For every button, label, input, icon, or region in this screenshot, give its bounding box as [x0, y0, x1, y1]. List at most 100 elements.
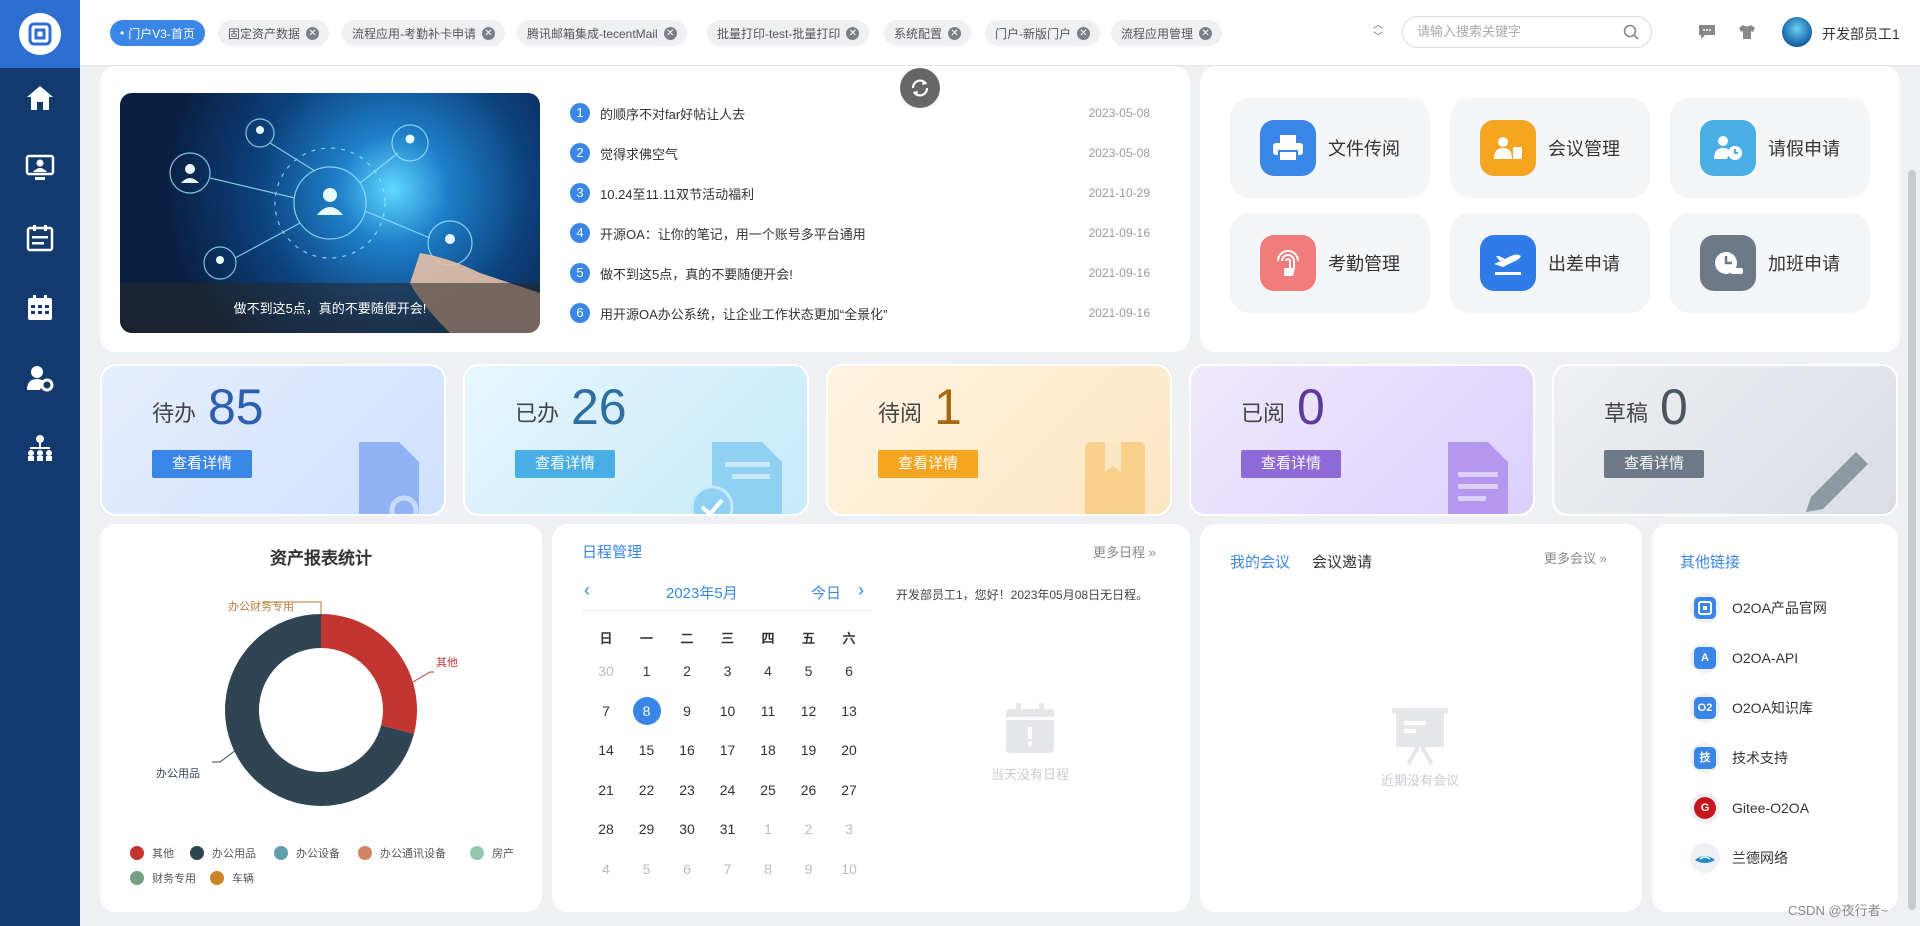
more-schedule-link[interactable]: 更多日程 »	[1093, 542, 1156, 561]
link-lande-network[interactable]: 兰德网络	[1690, 843, 1788, 873]
news-title[interactable]: 做不到这5点，真的不要随便开会!	[600, 264, 1070, 283]
legend-item[interactable]: 车辆	[210, 870, 254, 886]
calendar-day[interactable]: 7	[586, 697, 626, 725]
tab-meeting-invites[interactable]: 会议邀请	[1312, 551, 1372, 572]
calendar-day[interactable]: 6	[667, 855, 707, 883]
news-item[interactable]: 5 做不到这5点，真的不要随便开会! 2021-09-16	[570, 263, 1150, 283]
link-gitee-o2oa[interactable]: G Gitee-O2OA	[1690, 793, 1809, 823]
search-input[interactable]	[1417, 24, 1617, 39]
calendar-day[interactable]: 24	[708, 776, 748, 804]
calendar-day[interactable]: 30	[586, 657, 626, 685]
monitor-user-icon[interactable]	[0, 144, 80, 192]
today-button[interactable]: 今日	[811, 582, 841, 603]
tab-close-icon[interactable]: ✕	[846, 26, 860, 40]
calendar-day[interactable]: 15	[627, 736, 667, 764]
calendar-day[interactable]: 23	[667, 776, 707, 804]
news-item[interactable]: 2 觉得求佛空气 2023-05-08	[570, 143, 1150, 163]
calendar-day[interactable]: 18	[748, 736, 788, 764]
scrollbar-thumb[interactable]	[1908, 170, 1916, 910]
calendar-day[interactable]: 10	[708, 697, 748, 725]
quick-app-leave-request[interactable]: 请假申请	[1670, 98, 1870, 198]
legend-item[interactable]: 财务专用	[130, 870, 196, 886]
tab-new-portal[interactable]: 门户-新版门户 ✕	[985, 20, 1100, 46]
view-details-button[interactable]: 查看详情	[1241, 450, 1341, 478]
stat-card-drafts[interactable]: 草稿 0 查看详情	[1552, 364, 1898, 516]
tab-close-icon[interactable]: ✕	[306, 26, 320, 40]
calendar-day[interactable]: 28	[586, 815, 626, 843]
calendar-day[interactable]: 27	[829, 776, 869, 804]
news-title[interactable]: 觉得求佛空气	[600, 144, 1070, 163]
tab-close-icon[interactable]: ✕	[663, 26, 677, 40]
news-title[interactable]: 开源OA：让你的笔记，用一个账号多平台通用	[600, 224, 1070, 243]
tab-close-icon[interactable]: ✕	[948, 26, 962, 40]
calendar-day[interactable]: 4	[586, 855, 626, 883]
quick-app-meeting-management[interactable]: 会议管理	[1450, 98, 1650, 198]
view-details-button[interactable]: 查看详情	[152, 450, 252, 478]
user-settings-icon[interactable]	[0, 354, 80, 402]
calendar-day[interactable]: 9	[789, 855, 829, 883]
calendar-day[interactable]: 19	[789, 736, 829, 764]
calendar-day[interactable]: 20	[829, 736, 869, 764]
legend-item[interactable]: 办公通讯设备	[358, 845, 446, 861]
legend-item[interactable]: 办公用品	[190, 845, 256, 861]
tab-scroll-arrows-icon[interactable]: ︿ ﹀	[1370, 20, 1386, 46]
legend-item[interactable]: 房产	[470, 845, 514, 861]
calendar-day[interactable]: 14	[586, 736, 626, 764]
next-month-icon[interactable]: ›	[858, 580, 864, 601]
calendar-day[interactable]: 17	[708, 736, 748, 764]
news-title[interactable]: 10.24至11.11双节活动福利	[600, 184, 1070, 203]
tab-close-icon[interactable]: ✕	[1199, 26, 1213, 40]
calendar-day[interactable]: 2	[667, 657, 707, 685]
news-banner[interactable]: 做不到这5点，真的不要随便开会!	[120, 93, 540, 333]
quick-app-business-trip[interactable]: 出差申请	[1450, 213, 1650, 313]
calendar-day[interactable]: 5	[789, 657, 829, 685]
calendar-day[interactable]: 9	[667, 697, 707, 725]
tab-system-config[interactable]: 系统配置 ✕	[884, 20, 972, 46]
legend-item[interactable]: 其他	[130, 845, 174, 861]
calendar-day[interactable]: 2	[789, 815, 829, 843]
tab-attendance-request[interactable]: 流程应用-考勤补卡申请 ✕	[342, 20, 505, 46]
calendar-day[interactable]: 26	[789, 776, 829, 804]
calendar-day[interactable]: 1	[748, 815, 788, 843]
tab-my-meetings[interactable]: 我的会议	[1230, 551, 1290, 572]
calendar-day[interactable]: 3	[708, 657, 748, 685]
tab-tencent-mail[interactable]: 腾讯邮箱集成-tecentMail ✕	[517, 20, 687, 46]
news-item[interactable]: 6 用开源OA办公系统，让企业工作状态更加“全景化” 2021-09-16	[570, 303, 1150, 323]
calendar-day[interactable]: 5	[627, 855, 667, 883]
tab-batch-print[interactable]: 批量打印-test-批量打印 ✕	[707, 20, 870, 46]
stat-card-read[interactable]: 已阅 0 查看详情	[1189, 364, 1535, 516]
calendar-day[interactable]: 12	[789, 697, 829, 725]
search-icon[interactable]	[1623, 24, 1639, 40]
calendar-day[interactable]: 8	[748, 855, 788, 883]
org-chart-icon[interactable]	[0, 424, 80, 472]
calendar-day[interactable]: 29	[627, 815, 667, 843]
link-o2oa-knowledge[interactable]: O2 O2OA知识库	[1690, 693, 1813, 723]
calendar-day[interactable]: 21	[586, 776, 626, 804]
donut-slice-0[interactable]	[321, 614, 417, 734]
link-o2oa-website[interactable]: O2OA产品官网	[1690, 593, 1827, 623]
calendar-day[interactable]: 8	[627, 696, 667, 725]
quick-app-overtime-request[interactable]: 加班申请	[1670, 213, 1870, 313]
app-logo[interactable]	[0, 0, 80, 68]
calendar-day[interactable]: 16	[667, 736, 707, 764]
stat-card-done[interactable]: 已办 26 查看详情	[463, 364, 809, 516]
calendar-day[interactable]: 25	[748, 776, 788, 804]
shirt-skin-icon[interactable]	[1738, 24, 1756, 40]
news-title[interactable]: 的顺序不对far好帖让人去	[600, 104, 1070, 123]
view-details-button[interactable]: 查看详情	[515, 450, 615, 478]
news-item[interactable]: 3 10.24至11.11双节活动福利 2021-10-29	[570, 183, 1150, 203]
calendar-day[interactable]: 7	[708, 855, 748, 883]
calendar-day[interactable]: 13	[829, 697, 869, 725]
search-box[interactable]	[1402, 16, 1652, 48]
avatar[interactable]	[1782, 17, 1812, 47]
news-title[interactable]: 用开源OA办公系统，让企业工作状态更加“全景化”	[600, 304, 1070, 323]
home-icon[interactable]	[0, 74, 80, 122]
more-meetings-link[interactable]: 更多会议 »	[1544, 548, 1607, 567]
calendar-day[interactable]: 31	[708, 815, 748, 843]
view-details-button[interactable]: 查看详情	[878, 450, 978, 478]
link-tech-support[interactable]: 技技术支持	[1690, 743, 1788, 773]
tab-fixed-assets[interactable]: 固定资产数据 ✕	[218, 20, 330, 46]
user-name[interactable]: 开发部员工1	[1822, 24, 1900, 44]
calendar-day[interactable]: 30	[667, 815, 707, 843]
stat-card-todo[interactable]: 待办 85 查看详情	[100, 364, 446, 516]
